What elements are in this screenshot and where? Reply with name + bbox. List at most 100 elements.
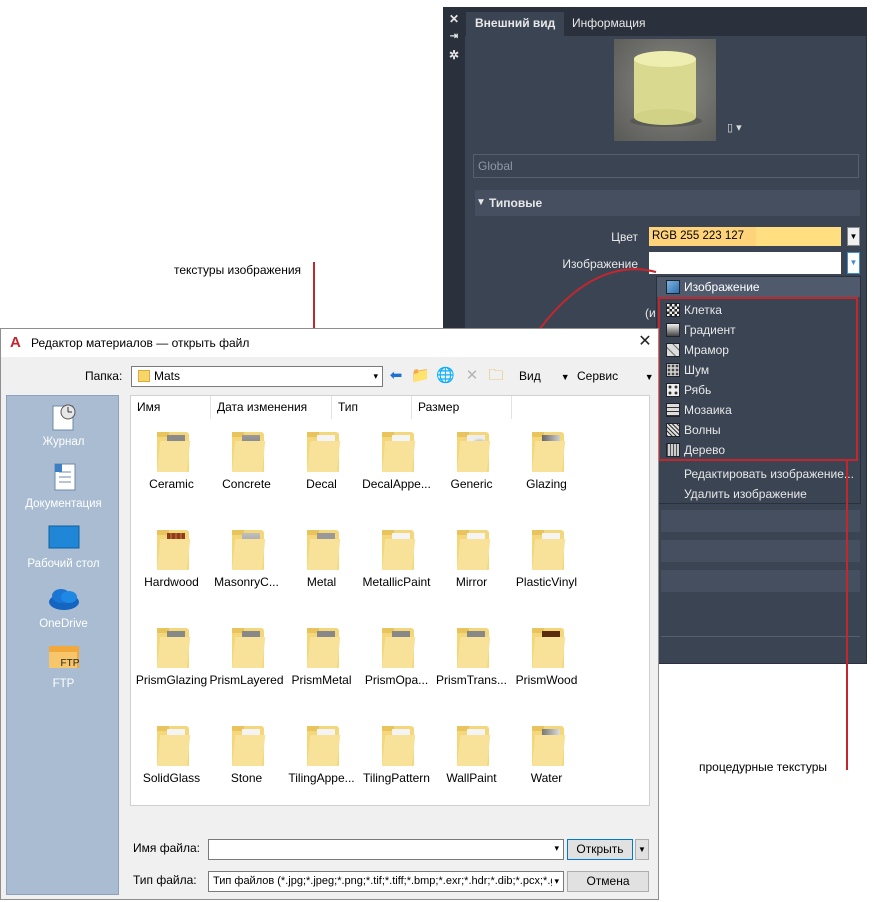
- column-header-name[interactable]: Имя: [131, 396, 211, 419]
- section-generic[interactable]: ▼ Типовые: [475, 190, 860, 216]
- view-label: Вид: [519, 369, 541, 383]
- folder-icon: [157, 726, 191, 766]
- folder-icon: [307, 432, 341, 472]
- search-web-icon[interactable]: 🌐: [436, 366, 455, 386]
- folder-item[interactable]: Ceramic: [133, 426, 210, 506]
- folder-item[interactable]: SolidGlass: [133, 720, 210, 800]
- folder-item[interactable]: Metal: [283, 524, 360, 604]
- folder-item[interactable]: TilingAppe...: [283, 720, 360, 800]
- folder-icon: [532, 530, 566, 570]
- tab-bar: Внешний вид Информация: [465, 8, 866, 36]
- menu-item-image[interactable]: Изображение: [657, 277, 860, 297]
- ftp-icon: FTP: [47, 642, 81, 674]
- menu-item-label: Изображение: [684, 280, 760, 294]
- folder-label: Папка:: [85, 369, 123, 383]
- collapse-triangle-icon: ▼: [476, 197, 486, 208]
- history-icon: [52, 404, 75, 431]
- tab-information[interactable]: Информация: [563, 12, 654, 36]
- folder-item[interactable]: Concrete: [208, 426, 285, 506]
- folder-icon: [232, 530, 266, 570]
- view-menu[interactable]: Вид ▼: [519, 369, 570, 383]
- folder-item[interactable]: Generic: [433, 426, 510, 506]
- open-button[interactable]: Открыть: [567, 839, 633, 860]
- procedural-highlight-box: [658, 297, 858, 461]
- file-grid: Ceramic Concrete Decal DecalAppe... Generic G…: [131, 426, 651, 806]
- open-options-button[interactable]: ▼: [635, 839, 649, 860]
- menu-item-remove-image[interactable]: Удалить изображение: [657, 484, 860, 504]
- folder-item[interactable]: Hardwood: [133, 524, 210, 604]
- filetype-select[interactable]: Тип файлов (*.jpg;*.jpeg;*.png;*.tif;*.t…: [208, 871, 564, 892]
- folder-item[interactable]: Mirror: [433, 524, 510, 604]
- filename-input[interactable]: ▾: [208, 839, 564, 860]
- folder-item[interactable]: PrismOpa...: [358, 622, 435, 702]
- folder-item[interactable]: MetallicPaint: [358, 524, 435, 604]
- folder-item[interactable]: PrismTrans...: [433, 622, 510, 702]
- dialog-titlebar: A Редактор материалов — открыть файл ✕: [1, 329, 658, 357]
- folder-icon: [457, 432, 491, 472]
- close-icon[interactable]: ✕: [448, 13, 460, 25]
- place-label: OneDrive: [39, 618, 88, 630]
- tab-appearance[interactable]: Внешний вид: [466, 12, 565, 36]
- folder-item[interactable]: Water: [508, 720, 585, 800]
- folder-name: PrismWood: [515, 673, 578, 687]
- place-onedrive[interactable]: OneDrive: [7, 582, 120, 630]
- folder-item[interactable]: WallPaint: [433, 720, 510, 800]
- column-header-size[interactable]: Размер: [412, 396, 512, 419]
- folder-icon: [232, 726, 266, 766]
- folder-item[interactable]: PlasticVinyl: [508, 524, 585, 604]
- place-documents[interactable]: Документация: [7, 462, 120, 510]
- new-folder-icon[interactable]: 🗀: [487, 366, 505, 386]
- folder-name: PlasticVinyl: [515, 575, 578, 589]
- folder-item[interactable]: PrismMetal: [283, 622, 360, 702]
- folder-item[interactable]: TilingPattern: [358, 720, 435, 800]
- folder-item[interactable]: Decal: [283, 426, 360, 506]
- preview-shape-dropdown-icon[interactable]: ▯ ▾: [727, 121, 742, 134]
- folder-icon: [307, 726, 341, 766]
- place-ftp[interactable]: FTP FTP: [7, 642, 120, 690]
- chevron-down-icon: ▾: [373, 371, 378, 381]
- pin-icon[interactable]: ⇥: [448, 31, 460, 43]
- folder-icon: [138, 370, 150, 382]
- place-desktop[interactable]: Рабочий стол: [7, 522, 120, 570]
- folder-icon: [382, 530, 416, 570]
- place-label: FTP: [52, 678, 75, 690]
- image-field[interactable]: [649, 252, 841, 274]
- material-name-field[interactable]: Global: [473, 154, 859, 178]
- folder-item[interactable]: MasonryC...: [208, 524, 285, 604]
- cancel-button[interactable]: Отмена: [567, 871, 649, 892]
- folder-item[interactable]: Glazing: [508, 426, 585, 506]
- color-dropdown-button[interactable]: ▼: [847, 227, 860, 246]
- open-file-dialog: A Редактор материалов — открыть файл ✕ П…: [0, 328, 659, 900]
- desktop-icon: [48, 525, 79, 549]
- back-icon[interactable]: ⬅: [387, 366, 405, 386]
- delete-icon[interactable]: ✕: [463, 366, 481, 386]
- ftp-badge: FTP: [60, 658, 80, 669]
- menu-item-edit-image[interactable]: Редактировать изображение...: [657, 464, 860, 484]
- dialog-title: Редактор материалов — открыть файл: [31, 336, 250, 350]
- folder-item[interactable]: PrismLayered: [208, 622, 285, 702]
- filetype-label: Тип файла:: [133, 873, 197, 887]
- folder-combo[interactable]: Mats ▾: [131, 366, 383, 387]
- column-header-type[interactable]: Тип: [332, 396, 412, 419]
- folder-icon: [232, 432, 266, 472]
- close-icon[interactable]: ✕: [635, 332, 655, 352]
- places-bar: Журнал Документация Рабочий стол OneDriv…: [6, 395, 119, 895]
- folder-icon: [382, 628, 416, 668]
- place-history[interactable]: Журнал: [7, 402, 120, 448]
- onedrive-icon: [48, 589, 79, 610]
- image-dropdown-button[interactable]: ▼: [847, 252, 860, 274]
- folder-item[interactable]: DecalAppe...: [358, 426, 435, 506]
- chevron-down-icon: ▼: [560, 372, 570, 382]
- folder-icon: [157, 432, 191, 472]
- color-field[interactable]: RGB 255 223 127: [649, 227, 841, 246]
- color-swatch: [756, 227, 841, 246]
- settings-icon[interactable]: ✲: [448, 49, 460, 61]
- folder-item[interactable]: PrismGlazing: [133, 622, 210, 702]
- callout-line: [846, 461, 848, 770]
- column-header-date[interactable]: Дата изменения: [211, 396, 332, 419]
- folder-item[interactable]: PrismWood: [508, 622, 585, 702]
- filetype-value: Тип файлов (*.jpg;*.jpeg;*.png;*.tif;*.t…: [213, 875, 557, 887]
- folder-item[interactable]: Stone: [208, 720, 285, 800]
- up-folder-icon[interactable]: 📁: [411, 366, 430, 386]
- tools-menu[interactable]: Сервис ▼: [577, 369, 654, 383]
